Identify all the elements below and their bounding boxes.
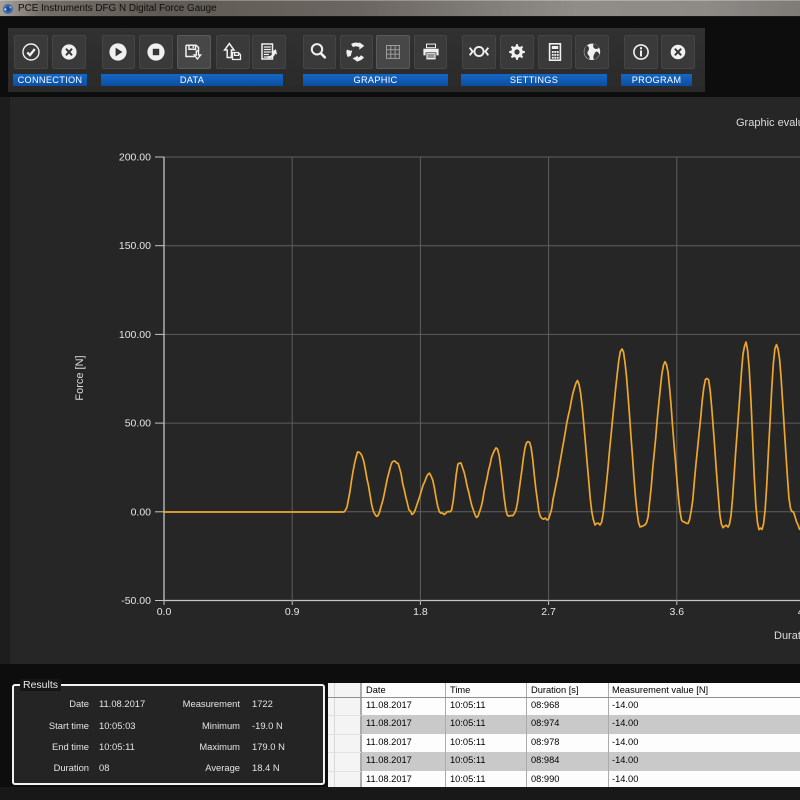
svg-text:100.00: 100.00	[119, 329, 151, 341]
svg-text:3.6: 3.6	[669, 606, 684, 618]
svg-text:0.0: 0.0	[157, 606, 172, 618]
svg-text:Duration [s]: Duration [s]	[774, 630, 800, 642]
svg-text:-50.00: -50.00	[121, 595, 151, 607]
svg-text:Graphic evaluation: Graphic evaluation	[736, 117, 800, 129]
svg-text:1.8: 1.8	[413, 606, 428, 618]
svg-text:150.00: 150.00	[119, 240, 151, 252]
svg-text:Force [N]: Force [N]	[74, 355, 86, 400]
svg-text:200.00: 200.00	[119, 152, 151, 164]
svg-text:2.7: 2.7	[541, 606, 556, 618]
svg-text:0.9: 0.9	[285, 606, 300, 618]
svg-text:0.00: 0.00	[131, 506, 152, 518]
svg-text:50.00: 50.00	[125, 418, 151, 430]
